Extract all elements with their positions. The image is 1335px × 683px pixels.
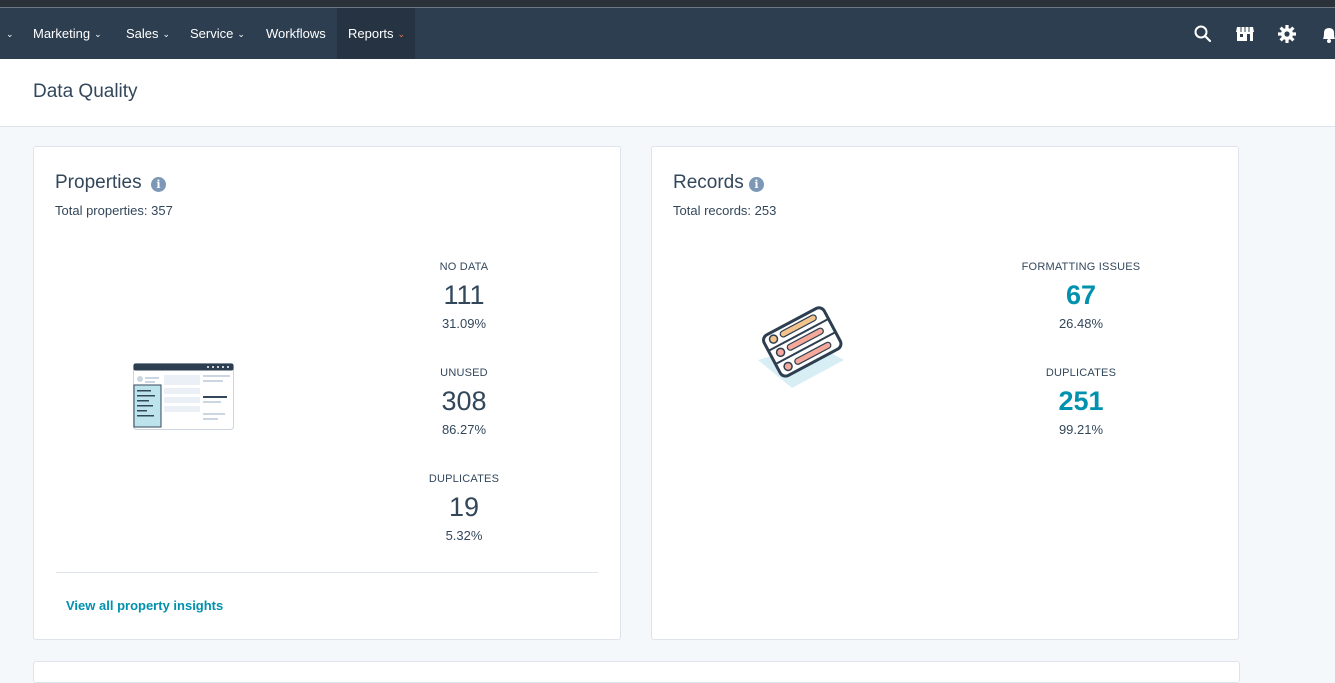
nav-overflow-chevron[interactable]: ⌄ — [2, 8, 14, 59]
chevron-down-icon: ⌄ — [237, 29, 245, 39]
notifications-icon[interactable] — [1318, 23, 1335, 45]
record-duplicates-metric: DUPLICATES 251 99.21% — [981, 367, 1181, 437]
metric-label: DUPLICATES — [428, 473, 500, 485]
nav-item-label: Reports — [348, 26, 394, 41]
nav-item-workflows[interactable]: Workflows — [266, 8, 326, 59]
metric-value: 19 — [448, 492, 480, 522]
nav-item-label: Marketing — [33, 26, 91, 41]
formatting-issues-metric: FORMATTING ISSUES 67 26.48% — [981, 261, 1181, 331]
property-duplicates-metric: DUPLICATES 19 5.32% — [364, 473, 564, 543]
records-illustration — [758, 306, 844, 388]
metric-value[interactable]: 67 — [981, 279, 1181, 311]
info-icon[interactable]: i — [749, 177, 764, 192]
chevron-down-icon: ⌄ — [162, 29, 171, 39]
view-property-insights-link[interactable]: View all property insights — [66, 598, 223, 613]
chevron-down-icon: ⌄ — [94, 29, 102, 39]
search-icon[interactable] — [1192, 23, 1214, 45]
metric-label: FORMATTING ISSUES — [1021, 261, 1141, 273]
metric-value: 308 — [441, 386, 487, 416]
settings-icon[interactable] — [1276, 23, 1298, 45]
metric-percent: 86.27% — [441, 422, 487, 437]
marketplace-icon[interactable] — [1234, 23, 1256, 45]
metric-percent: 31.09% — [441, 316, 487, 331]
metric-label: UNUSED — [440, 367, 488, 379]
page-title: Data Quality — [33, 81, 138, 102]
nav-item-marketing[interactable]: Marketing ⌄ — [33, 8, 102, 59]
chevron-down-icon: ⌄ — [6, 29, 14, 39]
metric-value[interactable]: 251 — [981, 385, 1181, 417]
no-data-metric: NO DATA 111 31.09% — [364, 261, 564, 331]
nav-item-reports[interactable]: Reports ⌄ — [337, 8, 415, 59]
metric-label: NO DATA — [439, 261, 489, 273]
metric-label: DUPLICATES — [1045, 367, 1117, 379]
next-card-edge — [33, 661, 1240, 683]
properties-illustration — [133, 363, 234, 430]
top-navigation: ⌄ Marketing ⌄ Sales ⌄ Service ⌄ Workflows R… — [0, 8, 1335, 59]
nav-item-label: Sales — [126, 26, 159, 41]
chevron-down-icon: ⌄ — [397, 29, 406, 39]
properties-total: Total properties: 357 — [55, 203, 173, 218]
records-total: Total records: 253 — [673, 203, 777, 218]
records-title: Records — [673, 172, 744, 193]
nav-item-sales[interactable]: Sales ⌄ — [126, 8, 170, 59]
metric-percent: 26.48% — [1058, 316, 1104, 331]
metric-percent: 5.32% — [445, 528, 483, 543]
card-divider — [56, 572, 598, 573]
nav-item-label: Service — [190, 26, 234, 41]
unused-metric: UNUSED 308 86.27% — [364, 367, 564, 437]
metric-percent: 99.21% — [1058, 422, 1104, 437]
properties-title: Properties — [55, 172, 142, 193]
nav-item-service[interactable]: Service ⌄ — [190, 8, 245, 59]
metric-value: 111 — [443, 280, 485, 310]
page-header: Data Quality — [0, 59, 1335, 127]
nav-item-label: Workflows — [266, 26, 326, 41]
info-icon[interactable]: i — [151, 177, 166, 192]
window-top-strip — [0, 0, 1335, 8]
